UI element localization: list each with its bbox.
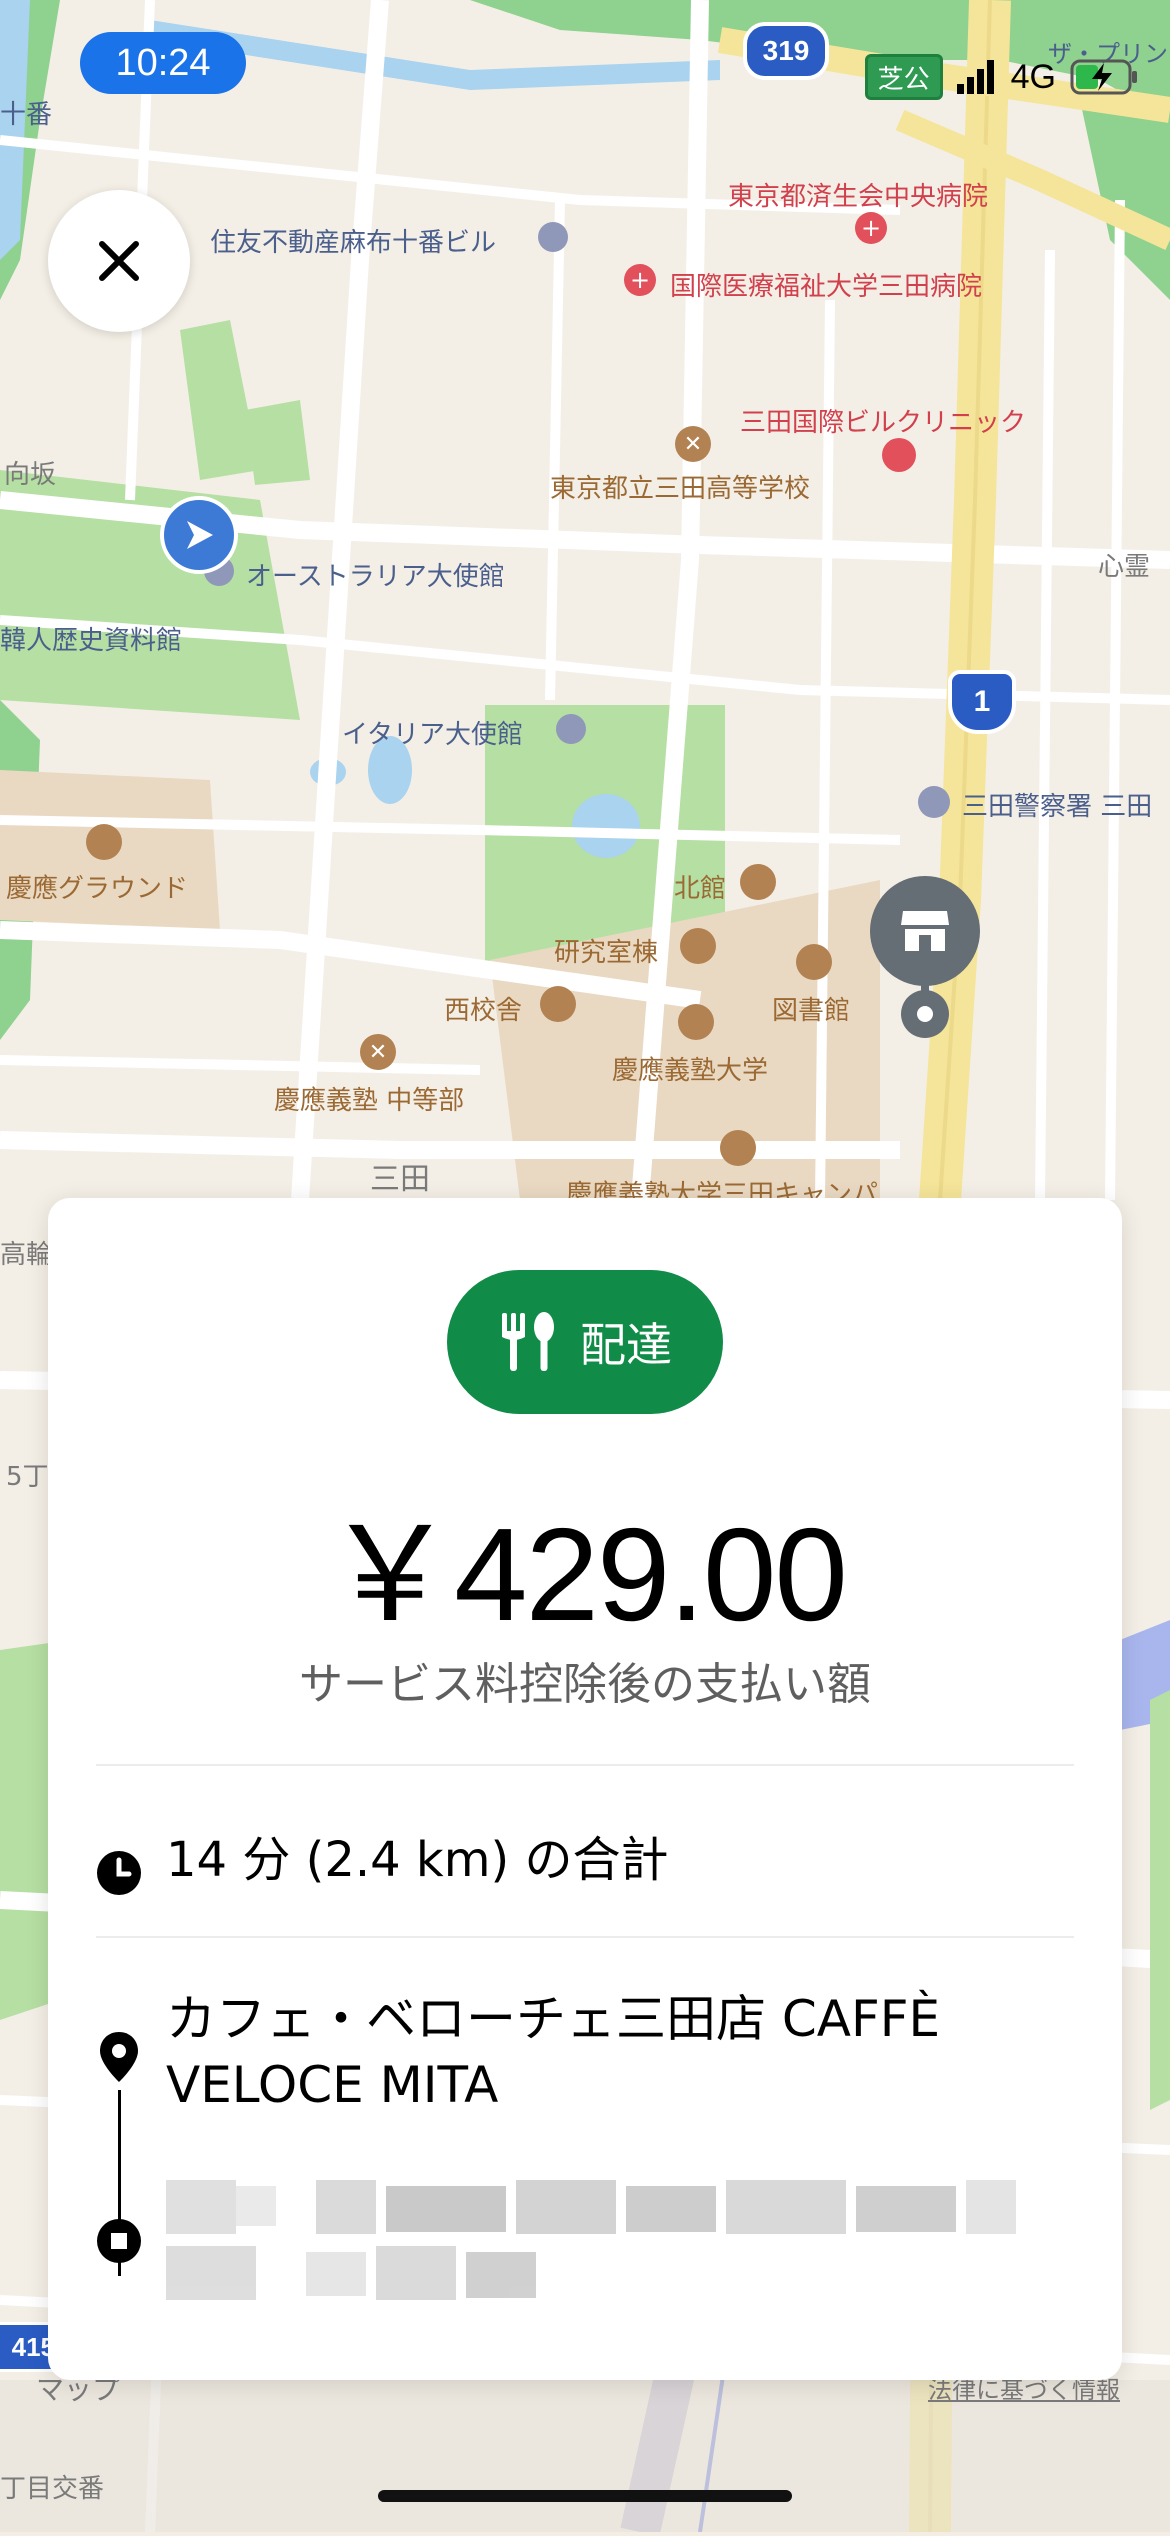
network-label: 4G [1010, 57, 1056, 96]
signal-icon [956, 60, 994, 94]
map-label-university-keio[interactable]: 慶應義塾大学 [612, 1050, 768, 1087]
university-icon [740, 864, 776, 900]
map-label-embassy-italy[interactable]: イタリア大使館 [342, 714, 523, 751]
map-label-area-takanawa: 高輪 [0, 1240, 53, 1270]
carrier-badge: 芝公 [864, 54, 943, 100]
carrier-label: 芝公 [877, 64, 930, 95]
delivery-offer-card[interactable]: 配達 ￥429.00 サービス料控除後の支払い額 14 分 (2.4 km) の… [48, 1198, 1122, 2380]
payout-subtitle: サービス料控除後の支払い額 [299, 1659, 871, 1710]
university-icon [720, 1130, 756, 1166]
payout-amount: ￥429.00 [324, 1501, 848, 1648]
map-label-area-shinrei: 心霊 [1098, 552, 1151, 582]
delivery-type-label: 配達 [580, 1318, 672, 1372]
dropoff-square-icon [97, 2219, 141, 2263]
embassy-icon [556, 714, 586, 744]
clinic-icon [882, 438, 916, 472]
map-label-area-mita: 三田 [370, 1162, 430, 1197]
university-icon [540, 986, 576, 1022]
store-pin-dot [901, 990, 949, 1038]
building-icon [538, 222, 568, 252]
map-label-ground-keio[interactable]: 慶應グラウンド [6, 868, 188, 905]
map-label-police-mita[interactable]: 三田警察署 三田 [962, 786, 1152, 823]
map-label-embassy-australia[interactable]: オーストラリア大使館 [246, 556, 505, 593]
current-location-marker [160, 496, 238, 574]
university-icon [86, 824, 122, 860]
clock-icon [97, 1851, 141, 1895]
store-map-pin[interactable] [870, 876, 980, 986]
fork-spoon-icon [502, 1312, 554, 1371]
university-icon [680, 928, 716, 964]
map-label-hall-west[interactable]: 西校舎 [444, 990, 522, 1027]
location-arrow-icon [187, 521, 213, 549]
map-label-area-choume: 丁目交番 [0, 2474, 105, 2504]
map-label-hospital-iryofukushi[interactable]: 国際医療福祉大学三田病院 [670, 266, 982, 303]
map-label-museum-korean[interactable]: 韓人歴史資料館 [0, 620, 182, 657]
close-icon [99, 241, 139, 281]
route-badge-319: 319 [743, 22, 829, 80]
dropoff-address-redacted [166, 2176, 1046, 2306]
divider [96, 1936, 1074, 1938]
redacted-blur [166, 2180, 1016, 2300]
map-label-library[interactable]: 図書館 [772, 990, 850, 1027]
delivery-type-badge: 配達 [447, 1270, 723, 1414]
status-bar-right: 芝公 4G [864, 54, 1140, 100]
police-icon [918, 786, 950, 818]
hospital-icon: + [855, 212, 887, 244]
map-label-area-5chome: 5丁 [6, 1462, 49, 1492]
university-icon [678, 1004, 714, 1040]
battery-charging-icon [1070, 59, 1137, 95]
store-icon [901, 911, 949, 951]
pickup-pin-icon [100, 2032, 138, 2082]
map-label-school-mita[interactable]: 東京都立三田高等学校 [550, 468, 810, 505]
status-time: 10:24 [80, 32, 246, 94]
pickup-restaurant-name: カフェ・ベローチェ三田店 CAFFÈ VELOCE MITA [166, 1990, 941, 2114]
map-label-area-mukouzaka: 向坂 [4, 460, 57, 490]
map-label-clinic-mita[interactable]: 三田国際ビルクリニック [740, 402, 1026, 439]
university-icon [796, 944, 832, 980]
map-label-building-sumitomo[interactable]: 住友不動産麻布十番ビル [210, 222, 496, 259]
home-indicator[interactable] [378, 2490, 792, 2502]
trip-duration-distance: 14 分 (2.4 km) の合計 [166, 1832, 669, 1888]
map-label-area-juban: 十番 [0, 100, 53, 130]
map-label-hall-research[interactable]: 研究室棟 [554, 932, 658, 969]
school-icon: ✕ [360, 1034, 396, 1070]
map-label-hall-north[interactable]: 北館 [674, 868, 726, 905]
close-button[interactable] [48, 190, 190, 332]
hospital-icon: + [624, 264, 656, 296]
map-label-hospital-saiseikai[interactable]: 東京都済生会中央病院 [728, 176, 988, 213]
divider [96, 1764, 1074, 1766]
map-label-school-keio-chutobu[interactable]: 慶應義塾 中等部 [274, 1080, 464, 1117]
route-badge-1: 1 [948, 670, 1016, 734]
school-icon: ✕ [675, 426, 711, 462]
